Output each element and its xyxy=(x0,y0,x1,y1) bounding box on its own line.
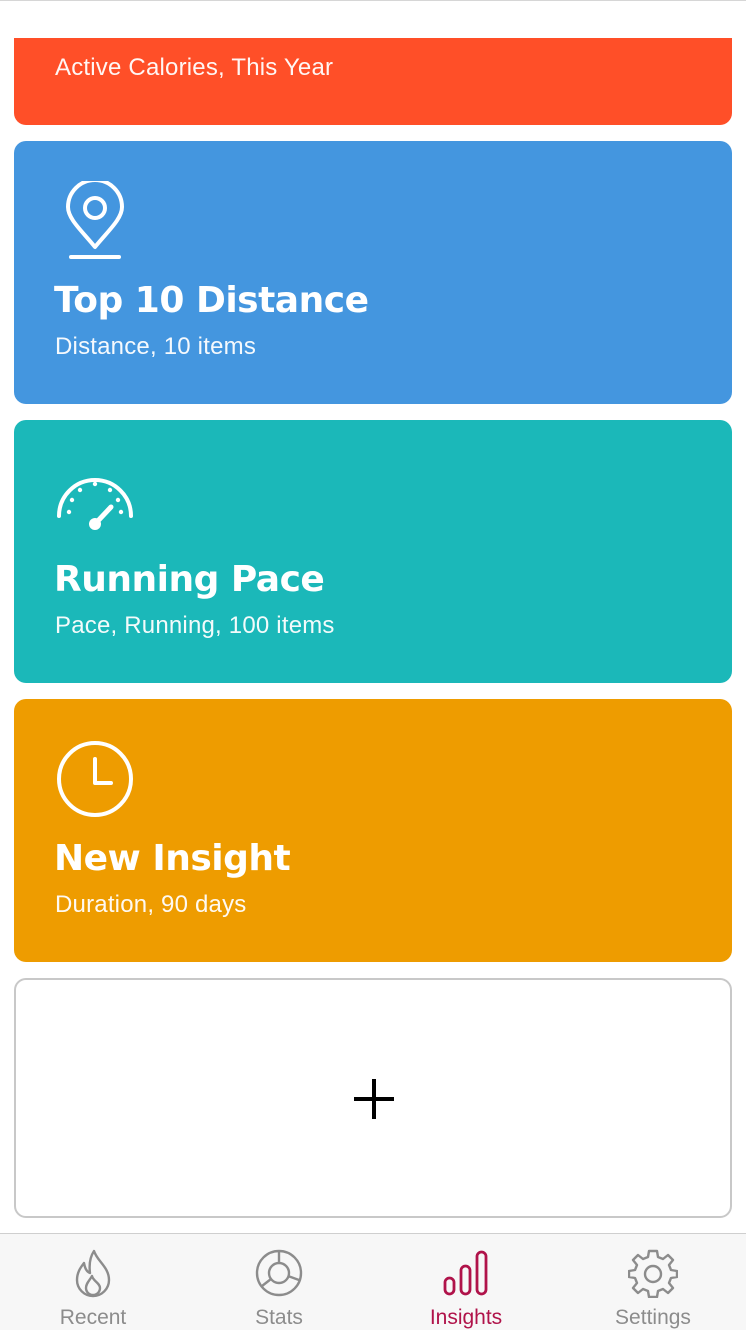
navigation-bar xyxy=(0,0,746,38)
insights-screen: Active Calories, This Year Top 10 Distan… xyxy=(0,0,746,1330)
card-subtitle: Distance, 10 items xyxy=(55,333,257,360)
card-subtitle: Active Calories, This Year xyxy=(55,54,334,81)
flame-icon xyxy=(68,1248,118,1298)
card-subtitle: Pace, Running, 100 items xyxy=(55,612,335,639)
location-pin-icon xyxy=(55,181,135,261)
card-title: Top 10 Distance xyxy=(54,280,369,321)
plus-icon xyxy=(354,1079,394,1119)
clock-icon xyxy=(55,739,135,819)
tab-bar: Recent Stats Insights Settings xyxy=(0,1233,746,1330)
tab-label: Settings xyxy=(615,1306,691,1329)
card-title: Running Pace xyxy=(54,559,325,600)
tab-insights[interactable]: Insights xyxy=(373,1234,559,1330)
speedometer-icon xyxy=(55,460,135,540)
insight-card-top-10-distance[interactable]: Top 10 Distance Distance, 10 items xyxy=(14,141,732,404)
card-subtitle: Duration, 90 days xyxy=(55,891,247,918)
bar-chart-icon xyxy=(441,1248,491,1298)
tab-label: Recent xyxy=(59,1306,127,1329)
tab-recent[interactable]: Recent xyxy=(0,1234,186,1330)
tab-settings[interactable]: Settings xyxy=(560,1234,746,1330)
add-insight-button[interactable] xyxy=(14,978,732,1218)
tab-stats[interactable]: Stats xyxy=(186,1234,372,1330)
insight-card-new-insight[interactable]: New Insight Duration, 90 days xyxy=(14,699,732,962)
card-title: New Insight xyxy=(54,838,291,879)
tab-label: Stats xyxy=(255,1306,303,1329)
gear-icon xyxy=(628,1248,678,1298)
tab-label: Insights xyxy=(429,1306,503,1329)
insight-card-running-pace[interactable]: Running Pace Pace, Running, 100 items xyxy=(14,420,732,683)
stats-icon xyxy=(254,1248,304,1298)
